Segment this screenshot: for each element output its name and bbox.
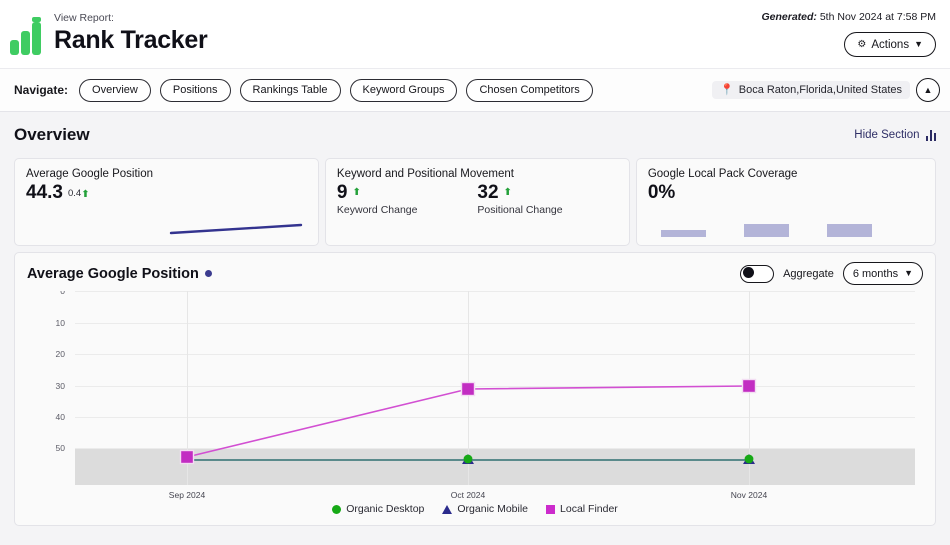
triangle-marker-icon (442, 504, 453, 514)
svg-text:0: 0 (60, 291, 65, 296)
actions-button[interactable]: ⚙ Actions ▼ (844, 32, 936, 57)
arrow-up-icon: ⬆ (81, 189, 90, 200)
chart-y-axis-labels: 0 10 20 30 40 50 (56, 291, 66, 453)
local-pack-value: 0% (647, 182, 676, 203)
line-chart-plot[interactable]: 0 10 20 30 40 50 Sep 2024 Oct 2024 Nov 2… (15, 291, 935, 523)
positional-change-value: 32 (477, 182, 499, 203)
chevron-down-icon: ▼ (904, 268, 913, 278)
nav-item-label: Overview (92, 84, 138, 96)
collapse-section-button[interactable]: ▲ (916, 78, 940, 102)
nav-item-overview[interactable]: Overview (79, 78, 151, 102)
card-average-google-position: Average Google Position 44.3 0.4⬆ (14, 158, 319, 246)
overview-section: Overview Hide Section Average Google Pos… (0, 112, 950, 526)
chart-title-group: Average Google Position (27, 266, 212, 282)
keyword-change-label: Keyword Change (336, 204, 418, 216)
chevron-down-icon: ▼ (914, 39, 923, 49)
svg-text:30: 30 (56, 381, 66, 391)
actions-label: Actions (871, 38, 910, 51)
average-position-value: 44.3 (26, 182, 63, 203)
card-keyword-positional-movement: Keyword and Positional Movement 9 ⬆ Keyw… (324, 158, 630, 246)
nav-item-label: Keyword Groups (362, 84, 445, 96)
generated-timestamp: Generated: 5th Nov 2024 at 7:58 PM (761, 11, 936, 23)
hide-section-button[interactable]: Hide Section (854, 129, 936, 141)
top-bar: View Report: Rank Tracker Generated: 5th… (0, 0, 950, 68)
generated-value: 5th Nov 2024 at 7:58 PM (819, 11, 936, 23)
svg-text:50: 50 (56, 443, 66, 453)
generated-prefix: Generated: (761, 11, 817, 23)
keyword-change-value: 9 (336, 182, 348, 203)
nav-item-positions[interactable]: Positions (159, 78, 231, 102)
navigate-label: Navigate: (14, 83, 69, 97)
arrow-up-icon: ⬆ (352, 187, 361, 198)
circle-marker-icon (332, 504, 342, 514)
rank-tracker-report: View Report: Rank Tracker Generated: 5th… (0, 0, 950, 545)
rank-tracker-logo-icon (10, 17, 46, 55)
aggregate-toggle[interactable] (740, 264, 775, 283)
average-position-delta: 0.4 (67, 188, 82, 199)
legend-label: Organic Mobile (457, 503, 529, 515)
card-value: 44.3 0.4⬆ (26, 181, 307, 206)
hide-section-label: Hide Section (854, 129, 920, 141)
average-position-sparkline (169, 223, 303, 235)
chart-header: Average Google Position Aggregate 6 mont… (15, 253, 935, 285)
legend-label: Organic Desktop (346, 503, 425, 515)
series-indicator-dot-icon (204, 270, 212, 277)
view-report-label: View Report: (54, 12, 114, 24)
chart-gridlines (75, 291, 915, 449)
local-pack-bar (743, 224, 789, 237)
chevron-up-icon: ▲ (923, 85, 933, 95)
legend-label: Local Finder (560, 503, 618, 515)
metric-keyword-change: 9 ⬆ Keyword Change (337, 181, 477, 217)
location-label: Boca Raton,Florida,United States (738, 84, 902, 96)
date-range-value: 6 months (852, 267, 899, 280)
square-marker-icon (546, 504, 556, 514)
navigate-bar: Navigate: Overview Positions Rankings Ta… (0, 68, 950, 112)
nav-item-chosen-competitors[interactable]: Chosen Competitors (466, 78, 593, 102)
gear-icon: ⚙ (857, 38, 867, 50)
brand: View Report: Rank Tracker (10, 8, 208, 55)
legend-item-local-finder[interactable]: Local Finder (546, 503, 618, 515)
aggregate-label: Aggregate (783, 267, 834, 280)
page-title: Rank Tracker (54, 26, 208, 54)
nav-item-rankings-table[interactable]: Rankings Table (239, 78, 341, 102)
chart-controls: Aggregate 6 months ▼ (740, 262, 923, 285)
card-title: Average Google Position (26, 168, 154, 180)
average-position-chart-panel: Average Google Position Aggregate 6 mont… (14, 252, 936, 526)
location-chip[interactable]: 📍 Boca Raton,Florida,United States (712, 81, 910, 99)
legend-item-organic-desktop[interactable]: Organic Desktop (332, 503, 424, 515)
svg-text:40: 40 (56, 412, 66, 422)
svg-text:Oct 2024: Oct 2024 (451, 490, 486, 500)
map-pin-icon: 📍 (720, 83, 734, 96)
chart-title: Average Google Position (27, 265, 199, 282)
svg-text:20: 20 (56, 349, 66, 359)
overview-header: Overview Hide Section (14, 112, 936, 158)
card-google-local-pack-coverage: Google Local Pack Coverage 0% (635, 158, 936, 246)
legend-item-organic-mobile[interactable]: Organic Mobile (442, 503, 528, 515)
svg-text:10: 10 (56, 318, 66, 328)
card-title: Google Local Pack Coverage (647, 168, 798, 180)
nav-item-label: Chosen Competitors (479, 84, 580, 96)
local-pack-bars (660, 215, 872, 237)
bar-chart-icon (925, 129, 936, 141)
svg-text:Nov 2024: Nov 2024 (731, 490, 768, 500)
chart-x-axis-labels: Sep 2024 Oct 2024 Nov 2024 (169, 490, 768, 500)
card-title: Keyword and Positional Movement (336, 168, 514, 180)
local-pack-bar (660, 230, 706, 237)
date-range-select[interactable]: 6 months ▼ (842, 262, 923, 285)
nav-item-keyword-groups[interactable]: Keyword Groups (349, 78, 458, 102)
chart-legend: Organic Desktop Organic Mobile Local Fin… (15, 503, 935, 515)
kpi-cards: Average Google Position 44.3 0.4⬆ Keyword… (14, 158, 936, 246)
positional-change-label: Positional Change (477, 204, 563, 216)
arrow-up-icon: ⬆ (503, 187, 512, 198)
svg-text:Sep 2024: Sep 2024 (169, 490, 206, 500)
nav-item-label: Positions (172, 84, 218, 96)
section-title: Overview (14, 125, 90, 144)
metric-positional-change: 32 ⬆ Positional Change (477, 181, 617, 217)
nav-item-label: Rankings Table (252, 84, 328, 96)
local-pack-bar (826, 224, 872, 237)
